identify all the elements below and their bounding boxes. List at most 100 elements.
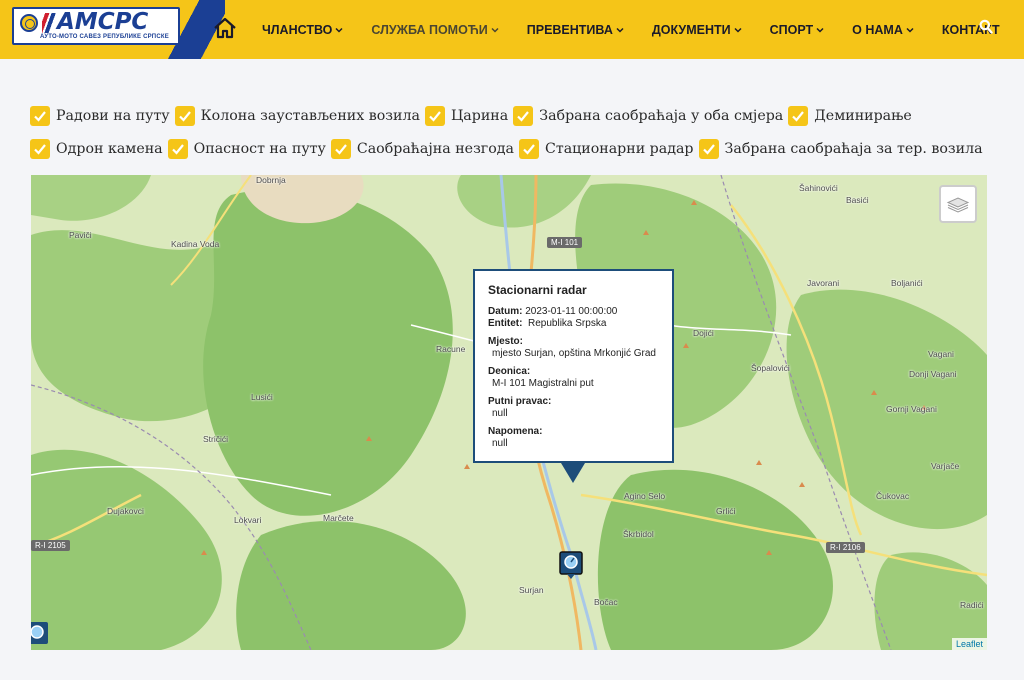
popup-value: null: [492, 408, 508, 419]
filter-opasnost-na-putu[interactable]: Опасност на путу: [167, 139, 326, 159]
popup-label: Deonica:: [488, 366, 531, 377]
filter-label: Саобраћајна незгода: [356, 141, 514, 157]
radar-marker-icon[interactable]: [559, 551, 583, 579]
place-label: Donji Vagani: [909, 369, 957, 379]
checkmark-icon: [34, 144, 46, 155]
popup-label: Entitet:: [488, 318, 523, 329]
nav-item-kontakt[interactable]: КОНТАКТ: [928, 0, 1014, 59]
place-label: Agino Selo: [624, 491, 666, 501]
road-shield: R-I 2106: [826, 542, 865, 553]
filter-zabrana-ter-vozila[interactable]: Забрана саобраћаја за тер. возила: [698, 139, 983, 159]
layers-control[interactable]: [939, 185, 977, 223]
popup-value: Republika Srpska: [528, 318, 607, 329]
search-icon[interactable]: [979, 19, 993, 35]
popup-entitet: Entitet: Republika Srpska: [488, 318, 659, 330]
filter-odron-kamena[interactable]: Одрон камена: [30, 139, 163, 159]
place-label: Čukovac: [876, 491, 910, 501]
filter-saobracajna-nezgoda[interactable]: Саобраћајна незгода: [330, 139, 514, 159]
place-label: Surjan: [519, 585, 544, 595]
checkbox-checked[interactable]: [518, 139, 539, 159]
chevron-down-icon: [906, 27, 914, 33]
checkbox-checked[interactable]: [513, 106, 534, 126]
nav-label: ДОКУМЕНТИ: [651, 22, 731, 37]
home-icon[interactable]: [213, 17, 237, 39]
filter-label: Радови на путу: [56, 108, 170, 124]
place-label: Škrbidol: [623, 529, 654, 539]
checkmark-icon: [34, 111, 46, 122]
place-label: Racune: [436, 344, 466, 354]
place-label: Javorani: [807, 278, 840, 288]
filter-label: Деминирање: [814, 108, 912, 124]
popup-value: mjesto Surjan, opština Mrkonjić Grad: [492, 348, 656, 359]
nav-label: О НАМА: [852, 22, 903, 37]
chevron-down-icon: [491, 27, 499, 33]
logo-slash-icon: [42, 13, 56, 33]
map-attribution-link[interactable]: Leaflet: [951, 638, 987, 650]
popup-value: M-I 101 Magistralni put: [492, 378, 594, 389]
map-view[interactable]: Dobrnja Šahinovići Basići Paviči Kadina …: [31, 175, 987, 650]
checkbox-checked[interactable]: [330, 139, 351, 159]
place-label: Šahinovići: [799, 183, 838, 193]
filter-kolona-vozila[interactable]: Колона заустављених возила: [174, 106, 420, 126]
chevron-down-icon: [816, 27, 824, 33]
filter-row: Радови на путу Колона заустављених возил…: [30, 103, 990, 129]
road-shield: R-I 2105: [31, 540, 70, 551]
nav-item-dokumenti[interactable]: ДОКУМЕНТИ: [638, 0, 756, 59]
radar-marker-icon[interactable]: [31, 621, 49, 649]
place-label: Lusići: [251, 392, 273, 402]
filter-label: Забрана саобраћаја у оба смјера: [539, 108, 784, 124]
checkbox-checked[interactable]: [30, 106, 50, 126]
place-label: Paviči: [69, 230, 92, 240]
place-label: Šopalovići: [751, 363, 790, 373]
place-label: Dojići: [693, 328, 714, 338]
checkmark-icon: [517, 111, 530, 122]
place-label: Basići: [846, 195, 869, 205]
checkbox-checked[interactable]: [698, 139, 719, 159]
nav-item-clanstvo[interactable]: ЧЛАНСТВО: [248, 0, 357, 59]
road-shield: M-I 101: [547, 237, 583, 248]
popup-label: Mjesto:: [488, 336, 523, 347]
site-logo[interactable]: АМСРС АУТО-МОТО САВЕЗ РЕПУБЛИКЕ СРПСКЕ: [12, 7, 180, 45]
place-label: Dobrnja: [256, 175, 286, 185]
filter-zabrana-oba-smjera[interactable]: Забрана саобраћаја у оба смјера: [513, 106, 783, 126]
filter-carina[interactable]: Царина: [424, 106, 508, 126]
nav-item-sluzba-pomoci[interactable]: СЛУЖБА ПОМОЋИ: [357, 0, 512, 59]
place-label: Dujakovci: [107, 506, 144, 516]
place-label: Boljanići: [891, 278, 923, 288]
popup-label: Putni pravac:: [488, 396, 552, 407]
site-header: АМСРС АУТО-МОТО САВЕЗ РЕПУБЛИКЕ СРПСКЕ Ч…: [0, 0, 1024, 59]
place-label: Vagani: [928, 349, 954, 359]
checkbox-checked[interactable]: [174, 106, 195, 126]
nav-item-preventiva[interactable]: ПРЕВЕНТИВА: [513, 0, 638, 59]
nav-item-o-nama[interactable]: О НАМА: [838, 0, 928, 59]
checkmark-icon: [523, 144, 535, 155]
popup-value: 2023-01-11 00:00:00: [525, 306, 618, 317]
nav-label: СПОРТ: [769, 22, 814, 37]
checkmark-icon: [335, 144, 347, 155]
popup-title: Stacionarni radar: [488, 283, 587, 297]
place-label: Gornji Vagani: [886, 404, 937, 414]
layers-icon: [946, 197, 970, 213]
nav-item-sport[interactable]: СПОРТ: [756, 0, 839, 59]
main-nav: ЧЛАНСТВО СЛУЖБА ПОМОЋИ ПРЕВЕНТИВА ДОКУМЕ…: [248, 0, 1014, 59]
place-label: Radići: [960, 600, 984, 610]
popup-label: Napomena:: [488, 426, 543, 437]
chevron-down-icon: [734, 27, 742, 33]
filter-deminiranje[interactable]: Деминирање: [788, 106, 912, 126]
place-label: Stričići: [203, 434, 229, 444]
chevron-down-icon: [616, 27, 624, 33]
amsrs-emblem-icon: [20, 14, 38, 32]
popup-value: null: [492, 438, 508, 449]
checkbox-checked[interactable]: [167, 139, 188, 159]
place-label: Grlići: [716, 506, 736, 516]
checkbox-checked[interactable]: [424, 106, 445, 126]
filter-label: Стационарни радар: [544, 141, 694, 157]
nav-label: ПРЕВЕНТИВА: [526, 22, 613, 37]
checkbox-checked[interactable]: [30, 139, 50, 159]
filter-stacionarni-radar[interactable]: Стационарни радар: [518, 139, 694, 159]
checkmark-icon: [702, 144, 715, 155]
checkbox-checked[interactable]: [788, 106, 809, 126]
filter-radovi-na-putu[interactable]: Радови на путу: [30, 106, 170, 126]
place-label: Bočac: [594, 597, 618, 607]
checkmark-icon: [429, 111, 441, 122]
